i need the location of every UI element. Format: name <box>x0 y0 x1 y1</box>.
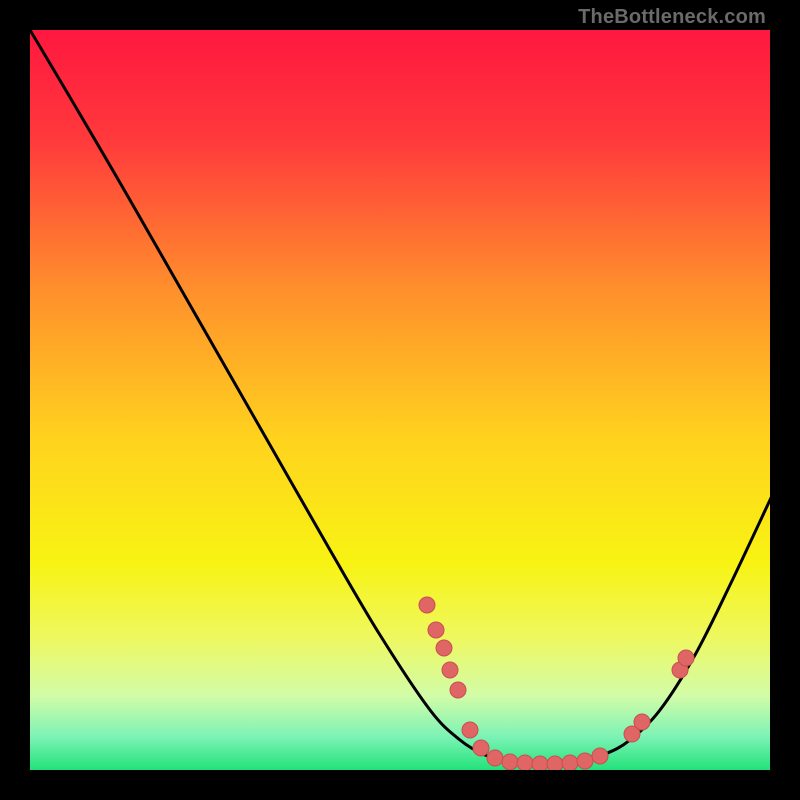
chart-background-gradient <box>30 30 770 770</box>
chart-plot-area <box>30 30 770 770</box>
watermark-text: TheBottleneck.com <box>578 6 766 29</box>
